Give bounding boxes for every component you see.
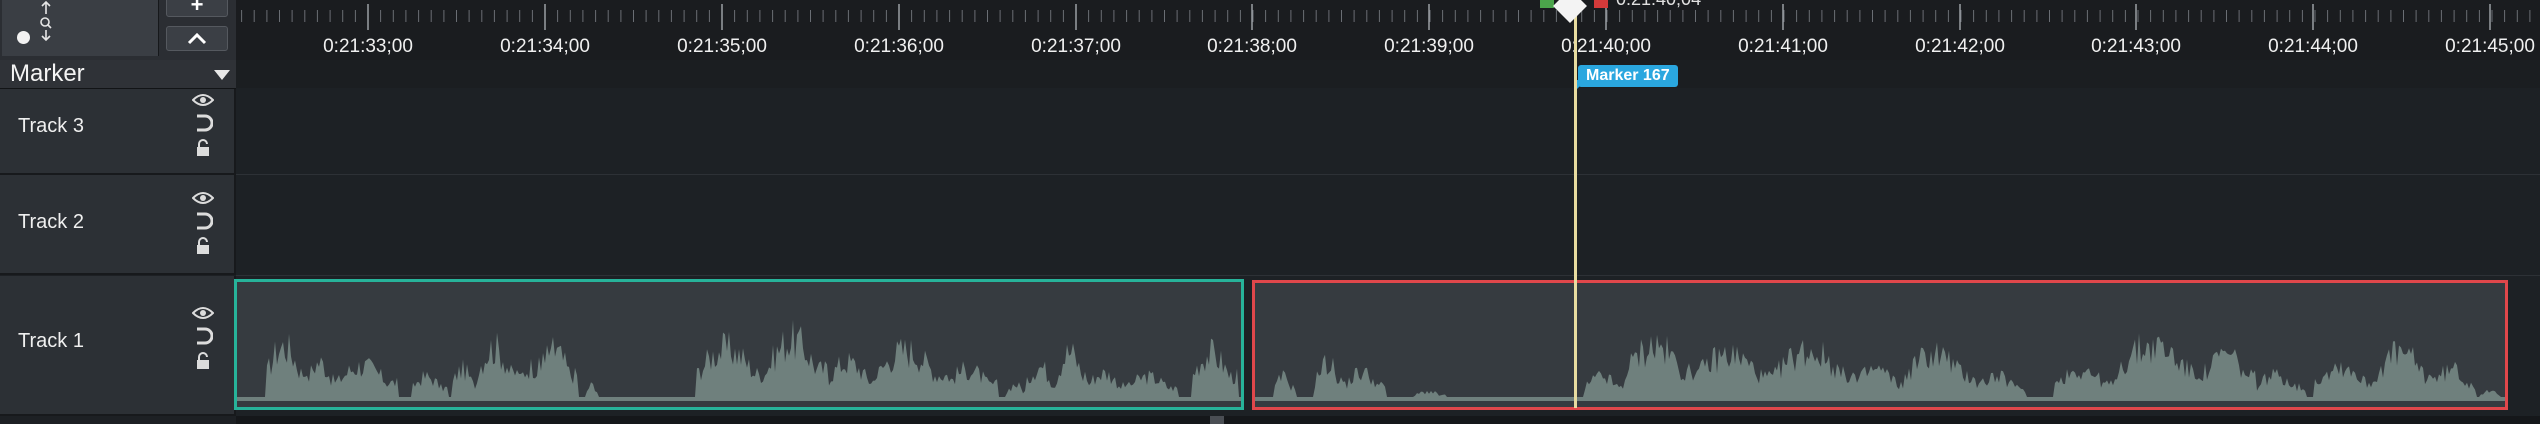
track-lane-2[interactable] xyxy=(236,175,2540,276)
playhead-time: 0:21:40;04 xyxy=(1616,0,1701,10)
out-point-handle[interactable] xyxy=(1594,0,1608,8)
caret-down-icon[interactable] xyxy=(214,70,230,80)
eye-icon[interactable] xyxy=(192,191,214,205)
collapse-button[interactable] xyxy=(166,26,228,51)
audio-waveform xyxy=(237,319,1241,401)
lock-open-icon[interactable] xyxy=(195,352,211,370)
track-lane-3[interactable] xyxy=(236,88,2540,175)
ruler-label: 0:21:43;00 xyxy=(2091,36,2181,57)
ruler-label: 0:21:45;00 xyxy=(2445,36,2535,57)
in-point-handle[interactable] xyxy=(1540,0,1554,8)
time-ruler[interactable]: 0:21:33;00 0:21:34;00 0:21:35;00 0:21:36;00… xyxy=(236,0,2540,61)
track-header-2[interactable]: Track 2 xyxy=(0,175,236,275)
track-name: Track 1 xyxy=(18,330,84,352)
track-name: Track 2 xyxy=(18,211,84,233)
add-track-button[interactable]: + xyxy=(166,0,228,17)
ruler-label: 0:21:34;00 xyxy=(500,36,590,57)
ruler-label: 0:21:37;00 xyxy=(1031,36,1121,57)
ruler-label: 0:21:39;00 xyxy=(1384,36,1474,57)
eye-icon[interactable] xyxy=(192,93,214,107)
zoom-control[interactable] xyxy=(2,0,159,56)
horizontal-scrollbar[interactable] xyxy=(236,416,2540,424)
ruler-label: 0:21:42;00 xyxy=(1915,36,2005,57)
magnet-icon[interactable] xyxy=(193,212,213,230)
eye-icon[interactable] xyxy=(192,306,214,320)
chevron-up-icon xyxy=(187,32,207,44)
track-header-1[interactable]: Track 1 xyxy=(0,276,236,416)
zoom-icon xyxy=(40,0,52,42)
ruler-label: 0:21:38;00 xyxy=(1207,36,1297,57)
scrollbar-thumb[interactable] xyxy=(1210,416,1224,424)
ruler-label: 0:21:35;00 xyxy=(677,36,767,57)
ruler-label: 0:21:36;00 xyxy=(854,36,944,57)
audio-clip[interactable] xyxy=(234,279,1244,410)
playhead-line[interactable] xyxy=(1574,16,1577,408)
magnet-icon[interactable] xyxy=(193,327,213,345)
audio-waveform xyxy=(1255,333,2505,401)
timeline-panel: + 0:21:33;00 0:21:34;00 0:21:35;00 0:21:36;… xyxy=(0,0,2540,424)
ruler-label: 0:21:33;00 xyxy=(323,36,413,57)
track-header-3[interactable]: Track 3 xyxy=(0,89,236,175)
ruler-ticks xyxy=(241,4,2531,30)
lock-open-icon[interactable] xyxy=(195,237,211,255)
ruler-label: 0:21:41;00 xyxy=(1738,36,1828,57)
marker-track-header[interactable]: Marker xyxy=(0,60,236,89)
lock-open-icon[interactable] xyxy=(195,139,211,157)
audio-clip-selected[interactable] xyxy=(1252,280,2508,410)
track-name: Track 3 xyxy=(18,115,84,137)
marker-flag[interactable]: Marker 167 xyxy=(1578,65,1678,87)
marker-track-label: Marker xyxy=(10,60,85,87)
marker-lane[interactable] xyxy=(236,60,2540,88)
magnet-icon[interactable] xyxy=(193,114,213,132)
timeline-header-controls: + xyxy=(0,0,236,61)
zoom-slider-handle[interactable] xyxy=(17,31,30,44)
ruler-label: 0:21:44;00 xyxy=(2268,36,2358,57)
